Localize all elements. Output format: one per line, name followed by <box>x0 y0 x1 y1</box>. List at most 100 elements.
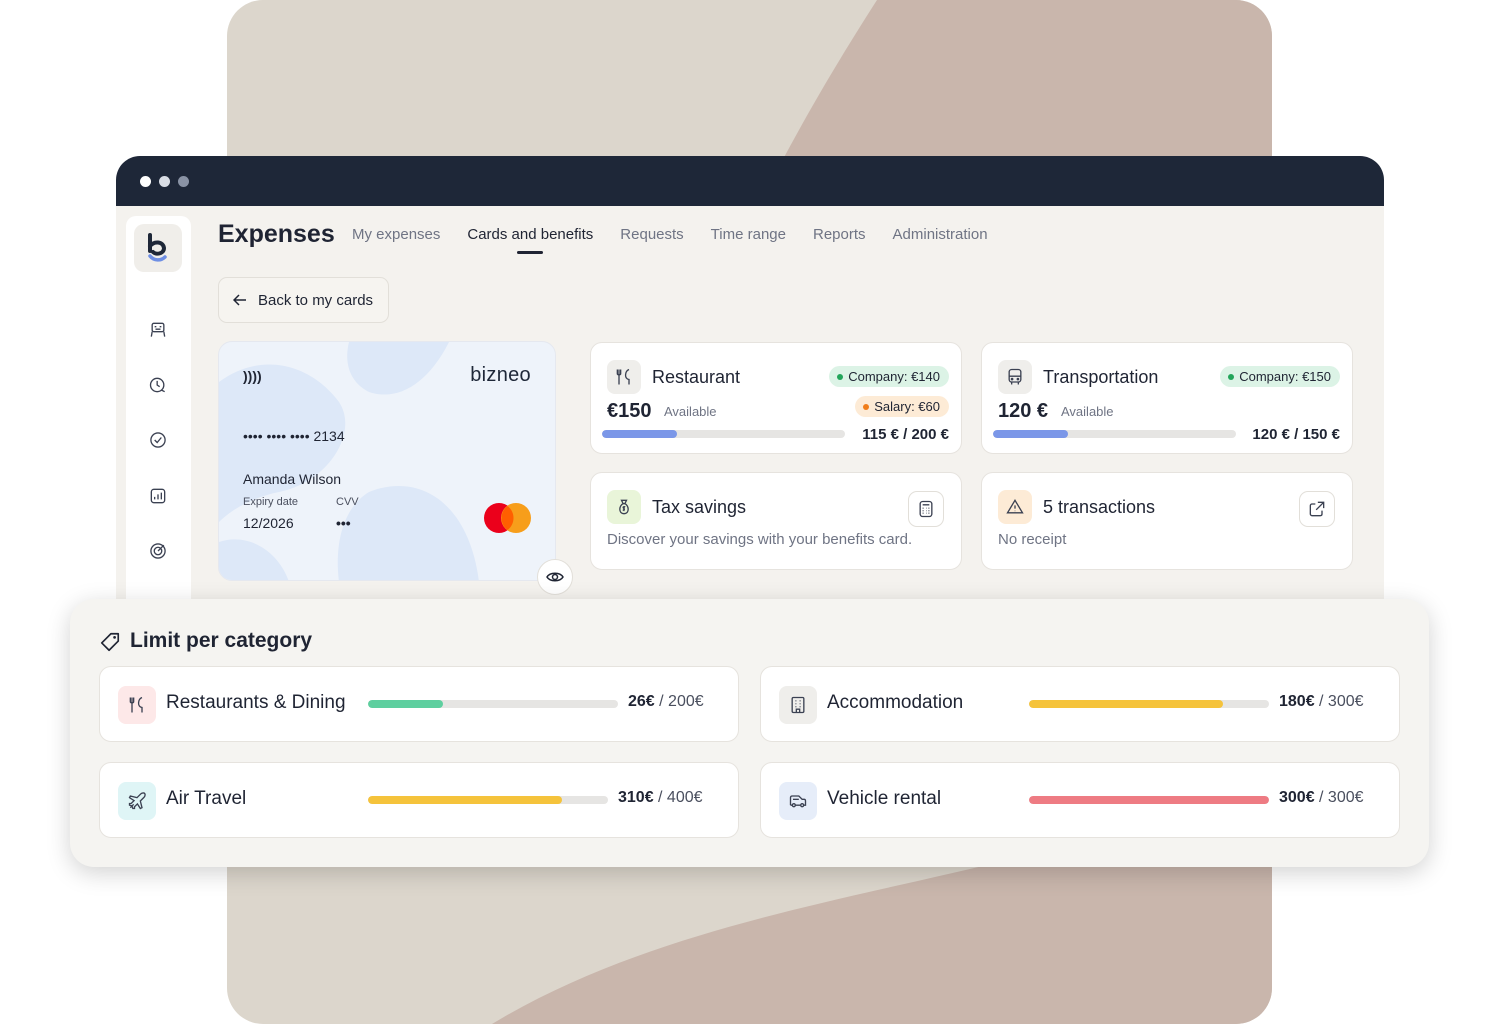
bus-icon <box>998 360 1032 394</box>
company-pill: Company: €140 <box>829 366 949 387</box>
transactions-subtitle: No receipt <box>998 531 1067 548</box>
app-logo[interactable] <box>134 224 182 272</box>
limit-progress-fill <box>1029 796 1269 804</box>
limit-spent: 310€ <box>618 789 654 806</box>
warning-icon <box>998 490 1032 524</box>
cvv-value: ••• <box>336 515 351 531</box>
limit-per-category-panel: Limit per category Restaurants & Dining … <box>70 599 1429 867</box>
limit-card-restaurants-dining[interactable]: Restaurants & Dining 26€ / 200€ <box>99 666 739 742</box>
contactless-icon: )))) <box>243 368 262 384</box>
external-link-icon <box>1309 501 1325 517</box>
window-titlebar <box>116 156 1384 206</box>
benefit-progress-bar <box>993 430 1236 438</box>
limit-progress-bar <box>1029 700 1269 708</box>
expiry-value: 12/2026 <box>243 515 294 531</box>
tag-icon <box>100 632 120 652</box>
fork-knife-icon <box>607 360 641 394</box>
limit-progress-bar <box>368 700 618 708</box>
limit-spent: 26€ <box>628 693 655 710</box>
building-icon <box>779 686 817 724</box>
back-to-cards-button[interactable]: Back to my cards <box>218 277 389 323</box>
tab-administration[interactable]: Administration <box>893 226 988 243</box>
bizneo-logo-icon <box>148 233 167 262</box>
page-title: Expenses <box>218 220 335 248</box>
limit-ratio: 26€ / 200€ <box>628 693 704 711</box>
limit-ratio: 300€ / 300€ <box>1279 789 1364 807</box>
transactions-title: 5 transactions <box>1043 497 1156 517</box>
limit-card-air-travel[interactable]: Air Travel 310€ / 400€ <box>99 762 739 838</box>
window-dot-close[interactable] <box>140 175 151 187</box>
tab-bar: My expenses Cards and benefits Requests … <box>352 226 1015 243</box>
card-number: •••• •••• •••• 2134 <box>243 428 345 444</box>
limit-card-vehicle-rental[interactable]: Vehicle rental 300€ / 300€ <box>760 762 1400 838</box>
chart-icon[interactable] <box>146 484 170 508</box>
calculator-button[interactable] <box>908 491 944 527</box>
money-bag-icon <box>607 490 641 524</box>
transactions-card[interactable]: 5 transactions No receipt <box>981 472 1353 570</box>
mastercard-icon <box>484 503 531 533</box>
open-transactions-button[interactable] <box>1299 491 1335 527</box>
tab-reports[interactable]: Reports <box>813 226 866 243</box>
plane-icon <box>118 782 156 820</box>
fork-knife-icon <box>118 686 156 724</box>
benefit-progress-fill <box>993 430 1069 438</box>
tax-savings-description: Discover your savings with your benefits… <box>607 531 913 548</box>
company-pill: Company: €150 <box>1220 366 1340 387</box>
back-button-label: Back to my cards <box>258 291 374 309</box>
tab-cards-and-benefits[interactable]: Cards and benefits <box>467 226 593 243</box>
card-brand-logo: bizneo <box>470 364 531 386</box>
benefit-title: Restaurant <box>652 367 741 387</box>
cvv-label: CVV <box>336 496 359 508</box>
benefit-ratio: 120 € / 150 € <box>1252 426 1340 443</box>
eye-icon <box>546 572 564 582</box>
limit-category-name: Air Travel <box>166 788 247 809</box>
limit-progress-fill <box>368 796 563 804</box>
show-card-details-button[interactable] <box>537 559 573 595</box>
salary-pill-label: Salary: €60 <box>874 399 940 414</box>
benefit-card-transportation[interactable]: Transportation Company: €150 120 € Avail… <box>981 342 1353 454</box>
app-window: Expenses My expenses Cards and benefits … <box>116 156 1384 676</box>
limit-ratio: 180€ / 300€ <box>1279 693 1364 711</box>
benefit-progress-fill <box>602 430 678 438</box>
limit-category-name: Restaurants & Dining <box>166 692 346 713</box>
limit-progress-fill <box>1029 700 1224 708</box>
limit-category-name: Vehicle rental <box>827 788 942 809</box>
limit-progress-bar <box>1029 796 1269 804</box>
limit-total: / 400€ <box>653 789 703 806</box>
target-icon[interactable] <box>146 539 170 563</box>
salary-pill: Salary: €60 <box>855 396 949 417</box>
tax-savings-card[interactable]: Tax savings Discover your savings with y… <box>590 472 962 570</box>
calculator-icon <box>919 500 933 518</box>
window-dot-minimize[interactable] <box>159 175 170 187</box>
limit-progress-bar <box>368 796 608 804</box>
arrow-left-icon <box>233 294 246 306</box>
seat-icon[interactable] <box>146 318 170 342</box>
limit-spent: 180€ <box>1279 693 1315 710</box>
limit-category-name: Accommodation <box>827 692 964 713</box>
limit-ratio: 310€ / 400€ <box>618 789 703 807</box>
limit-spent: 300€ <box>1279 789 1315 806</box>
company-pill-label: Company: €150 <box>1239 369 1331 384</box>
available-label: Available <box>664 404 717 419</box>
benefit-title: Transportation <box>1043 367 1159 387</box>
tax-savings-title: Tax savings <box>652 497 747 517</box>
available-label: Available <box>1061 404 1114 419</box>
benefit-ratio: 115 € / 200 € <box>862 426 949 443</box>
benefit-amount: €150 <box>607 400 652 422</box>
expiry-label: Expiry date <box>243 496 299 508</box>
check-circle-icon[interactable] <box>146 428 170 452</box>
tab-requests[interactable]: Requests <box>620 226 683 243</box>
limit-total: / 200€ <box>654 693 704 710</box>
tab-my-expenses[interactable]: My expenses <box>352 226 440 243</box>
limit-total: / 300€ <box>1314 789 1364 806</box>
window-dot-maximize[interactable] <box>178 175 189 187</box>
benefit-card-restaurant[interactable]: Restaurant Company: €140 Salary: €60 €15… <box>590 342 962 454</box>
limit-card-accommodation[interactable]: Accommodation 180€ / 300€ <box>760 666 1400 742</box>
company-pill-label: Company: €140 <box>848 369 940 384</box>
credit-card[interactable]: )))) bizneo •••• •••• •••• 2134 Amanda W… <box>218 341 556 581</box>
tab-time-range[interactable]: Time range <box>711 226 786 243</box>
limit-total: / 300€ <box>1314 693 1364 710</box>
clock-icon[interactable] <box>146 373 170 397</box>
card-holder-name: Amanda Wilson <box>243 471 342 487</box>
benefit-amount: 120 € <box>998 400 1049 422</box>
